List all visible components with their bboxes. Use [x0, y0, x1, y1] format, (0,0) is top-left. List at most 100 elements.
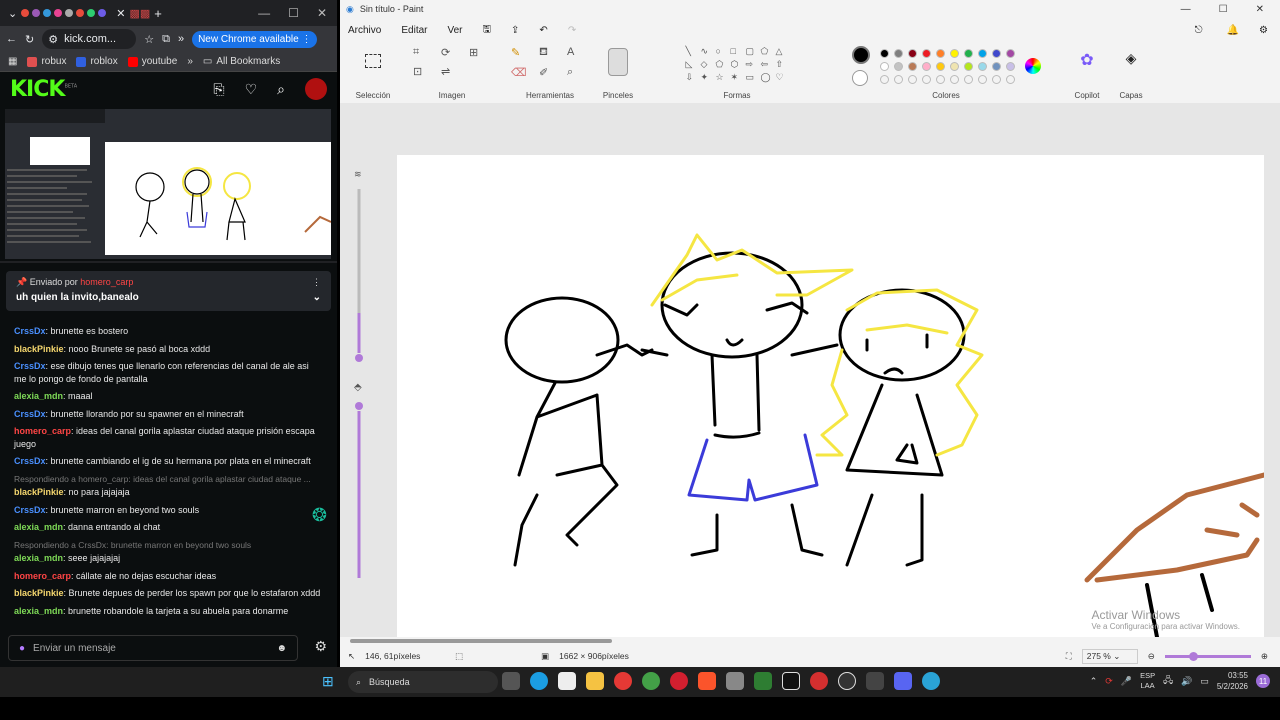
color-swatch[interactable] — [893, 48, 903, 58]
chat-username[interactable]: alexia_mdn — [14, 522, 63, 532]
shape-arrow-down-icon[interactable]: ⇩ — [686, 72, 699, 83]
tab-extra-icon[interactable]: ▩▩ — [129, 7, 150, 20]
color-swatch[interactable] — [963, 61, 973, 71]
mic-icon[interactable]: ● — [19, 643, 25, 654]
shape-rect-icon[interactable]: □ — [731, 46, 744, 57]
color-swatch[interactable] — [893, 61, 903, 71]
bookmark-robux[interactable]: robux — [27, 56, 66, 67]
color-swatch[interactable] — [977, 61, 987, 71]
color-swatch[interactable] — [1005, 61, 1015, 71]
image-tool-icon[interactable]: ⊞ — [469, 46, 491, 59]
color-swatch[interactable] — [949, 48, 959, 58]
share-top-icon[interactable]: ⎋ — [1195, 25, 1203, 36]
color-swatch[interactable] — [921, 61, 931, 71]
reload-icon[interactable]: ↻ — [25, 33, 34, 46]
language-indicator[interactable]: ESP LAA — [1140, 671, 1155, 691]
chrome-alt-icon[interactable] — [642, 672, 660, 690]
shape-oval-icon[interactable]: ○ — [716, 46, 729, 57]
chat-message[interactable]: alexia_mdn: brunette robandole la tarjet… — [14, 605, 323, 618]
chat-message[interactable]: blackPinkie: Brunete depues de perder lo… — [14, 587, 323, 600]
avatar[interactable] — [305, 78, 327, 100]
stream-player[interactable] — [0, 106, 337, 261]
address-bar[interactable]: ⚙ kick.com... — [42, 29, 137, 49]
chat-username[interactable]: CrssDx — [14, 326, 46, 336]
color-swatch[interactable] — [991, 61, 1001, 71]
custom-color-slot[interactable] — [893, 74, 903, 84]
pencil-icon[interactable]: ✎ — [511, 46, 533, 60]
volume-icon[interactable]: 🔊 — [1181, 676, 1192, 687]
shape-roundrect-icon[interactable]: ▢ — [746, 46, 759, 57]
color-swatch[interactable] — [977, 48, 987, 58]
chat-username[interactable]: CrssDx — [14, 505, 46, 515]
chat-username[interactable]: blackPinkie — [14, 344, 64, 354]
tray-chevron-icon[interactable]: ⌃ — [1090, 676, 1098, 687]
bot-icon[interactable]: ❂ — [312, 505, 327, 526]
chat-username[interactable]: homero_carp — [14, 426, 71, 436]
shape-right-triangle-icon[interactable]: ◺ — [686, 59, 699, 70]
shape-line-icon[interactable]: ╲ — [686, 46, 699, 57]
color2-swatch[interactable] — [851, 70, 868, 86]
taskbar-search[interactable]: ⌕ Búsqueda — [348, 671, 498, 693]
search-icon[interactable]: ⌕ — [277, 81, 285, 98]
custom-color-slot[interactable] — [1005, 74, 1015, 84]
battery-icon[interactable]: ▭ — [1200, 676, 1209, 687]
shape-curve-icon[interactable]: ∿ — [701, 46, 714, 57]
color-swatch[interactable] — [879, 61, 889, 71]
chat-input[interactable]: ● Enviar un mensaje ☻ — [8, 635, 298, 661]
app-gamepad-icon[interactable] — [866, 672, 884, 690]
chat-message[interactable]: CrssDx: brunette cambiando el ig de su h… — [14, 455, 323, 468]
chrome-icon[interactable] — [614, 672, 632, 690]
zoom-slider[interactable] — [1164, 651, 1251, 661]
chat-message[interactable]: homero_carp: ideas del canal gorila apla… — [14, 425, 323, 450]
maximize-icon[interactable]: ☐ — [288, 6, 299, 20]
save-icon[interactable]: 🖫 — [483, 22, 492, 39]
kick-logo[interactable]: KICKBETA — [10, 77, 77, 102]
chat-username[interactable]: blackPinkie — [14, 487, 64, 497]
network-icon[interactable]: 🖧 — [1163, 673, 1173, 689]
shape-triangle-icon[interactable]: △ — [776, 46, 789, 57]
color-swatch[interactable] — [1005, 48, 1015, 58]
zoom-out-icon[interactable]: ⊖ — [1148, 651, 1155, 662]
rotate-icon[interactable]: ⟳ — [441, 46, 463, 59]
minimize-icon[interactable]: — — [1181, 4, 1191, 15]
color-swatch[interactable] — [935, 61, 945, 71]
custom-color-slot[interactable] — [991, 74, 1001, 84]
shape-polygon-icon[interactable]: ⬠ — [761, 46, 774, 57]
chat-message[interactable]: Respondiendo a CrssDx: brunette marron e… — [14, 539, 323, 565]
chat-username[interactable]: homero_carp — [14, 571, 71, 581]
zoom-in-icon[interactable]: ⊕ — [1261, 651, 1268, 662]
notifications-icon[interactable]: 🔔 — [1227, 25, 1239, 36]
chat-username[interactable]: alexia_mdn — [14, 606, 63, 616]
text-icon[interactable]: A — [567, 46, 589, 60]
shape-callout-oval-icon[interactable]: ◯ — [761, 72, 774, 83]
heart-icon[interactable]: ♡ — [245, 81, 258, 98]
share-icon[interactable]: ⇪ — [511, 25, 519, 36]
close-icon[interactable]: ✕ — [1256, 4, 1264, 15]
obs-icon[interactable] — [838, 672, 856, 690]
brave-icon[interactable] — [698, 672, 716, 690]
task-view-icon[interactable] — [502, 672, 520, 690]
shape-pentagon-icon[interactable]: ⬠ — [716, 59, 729, 70]
canvas-area[interactable]: ≋ ⬘ Activar Windows Ve a Configuración p… — [340, 103, 1280, 637]
bookmark-star-icon[interactable]: ☆ — [144, 33, 154, 46]
discord-icon[interactable] — [894, 672, 912, 690]
chat-message[interactable]: homero_carp: cállate ale no dejas escuch… — [14, 570, 323, 583]
shape-hexagon-icon[interactable]: ⬡ — [731, 59, 744, 70]
clock[interactable]: 03:55 5/2/2026 — [1217, 670, 1248, 692]
custom-color-slot[interactable] — [879, 74, 889, 84]
flip-icon[interactable]: ⇌ — [441, 65, 463, 78]
color-swatch[interactable] — [949, 61, 959, 71]
chat-username[interactable]: CrssDx — [14, 456, 46, 466]
app-red-icon[interactable] — [810, 672, 828, 690]
chevron-down-icon[interactable]: ⌄ — [313, 292, 321, 303]
color-swatch[interactable] — [907, 61, 917, 71]
gear-icon[interactable]: ⚙ — [314, 638, 327, 655]
notifications-badge[interactable]: 11 — [1256, 674, 1270, 688]
custom-color-slot[interactable] — [935, 74, 945, 84]
copilot-icon[interactable]: ✿ — [1080, 50, 1093, 70]
back-icon[interactable]: ← — [6, 33, 17, 45]
file-explorer-icon[interactable] — [586, 672, 604, 690]
custom-color-slot[interactable] — [963, 74, 973, 84]
bookmark-roblox[interactable]: roblox — [76, 56, 118, 67]
opera-icon[interactable] — [670, 672, 688, 690]
